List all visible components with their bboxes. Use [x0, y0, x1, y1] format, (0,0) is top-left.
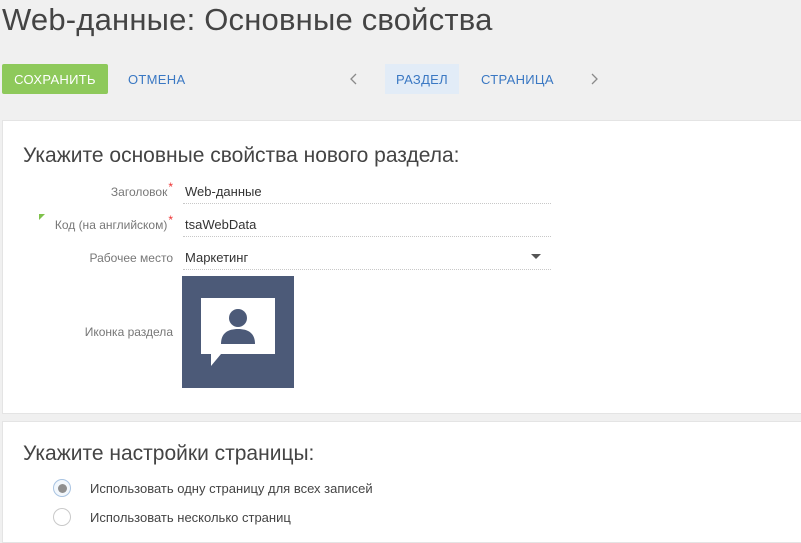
cancel-button[interactable]: ОТМЕНА [118, 64, 195, 94]
chevron-left-icon[interactable] [344, 66, 364, 92]
radio-selected-dot [57, 483, 67, 493]
required-mark: * [168, 180, 173, 194]
radio-label: Использовать одну страницу для всех запи… [90, 480, 373, 496]
radio-label: Использовать несколько страниц [90, 509, 291, 525]
tab-page[interactable]: СТРАНИЦА [470, 64, 565, 94]
dropdown-caret-icon[interactable] [531, 254, 541, 259]
section-properties-panel: Укажите основные свойства нового раздела… [2, 120, 801, 414]
workplace-dropdown-value: Маркетинг [185, 249, 249, 265]
code-field[interactable]: tsaWebData [183, 212, 551, 237]
section-icon-label: Иконка раздела [84, 325, 173, 339]
code-field-value: tsaWebData [185, 216, 257, 232]
title-field-value: Web-данные [185, 183, 262, 199]
section-icon-picker[interactable] [182, 276, 294, 388]
chevron-right-icon[interactable] [584, 66, 604, 92]
radio-option-single-page[interactable]: Использовать одну страницу для всех запи… [53, 479, 373, 497]
radio-button[interactable] [53, 479, 71, 497]
required-mark: * [168, 213, 173, 227]
contact-person-icon [201, 298, 275, 366]
page-title: Web-данные: Основные свойства [2, 2, 493, 37]
page-settings-panel: Укажите настройки страницы: Использовать… [2, 421, 801, 543]
radio-option-multiple-pages[interactable]: Использовать несколько страниц [53, 508, 291, 526]
workplace-dropdown[interactable]: Маркетинг [183, 245, 551, 270]
workplace-field-label: Рабочее место [89, 251, 173, 265]
tab-section[interactable]: РАЗДЕЛ [385, 64, 459, 94]
save-button[interactable]: СОХРАНИТЬ [2, 64, 108, 94]
radio-button[interactable] [53, 508, 71, 526]
title-field[interactable]: Web-данные [183, 179, 551, 204]
section-properties-heading: Укажите основные свойства нового раздела… [23, 144, 460, 167]
title-field-label: Заголовок* [110, 180, 173, 199]
code-field-marker [39, 214, 45, 220]
page-settings-heading: Укажите настройки страницы: [23, 442, 315, 465]
code-field-label: Код (на английском)* [54, 213, 173, 232]
